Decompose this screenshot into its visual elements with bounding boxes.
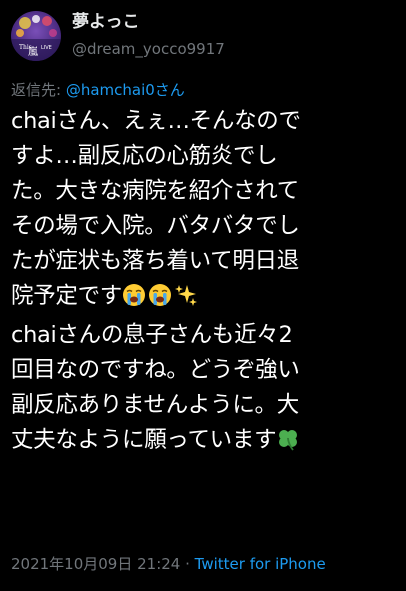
- reply-context: 返信先: @hamchai0さん: [11, 79, 185, 101]
- sparkles-icon: [174, 283, 198, 318]
- author-info: 夢よっこ @dream_yocco9917: [72, 11, 225, 59]
- svg-text:LIVE: LIVE: [41, 45, 52, 51]
- reply-target-link[interactable]: @hamchai0さん: [66, 81, 185, 99]
- tweet-text-fragment: 丈夫なように願っています: [11, 427, 277, 453]
- tweet-text-line: 副反応ありませんように。大: [11, 392, 299, 418]
- four-leaf-clover-icon: [276, 427, 300, 462]
- loudly-crying-face-icon: [122, 283, 146, 318]
- tweet-text-line: chaiさんの息子さんも近々2: [11, 322, 293, 348]
- tweet-text-line: た。大きな病院を紹介されて: [11, 178, 299, 204]
- tweet-text-line-with-emoji: 丈夫なように願っています: [11, 423, 403, 462]
- loudly-crying-face-icon: [148, 283, 172, 318]
- tweet-text-line: たが症状も落ち着いて明日退: [11, 248, 299, 274]
- tweet-metadata: 2021年10月09日 21:24 · Twitter for iPhone: [11, 553, 326, 575]
- tweet-text-line-with-emoji: 院予定です: [11, 279, 403, 318]
- source-link[interactable]: Twitter for iPhone: [195, 555, 326, 573]
- tweet-text: chaiさん、えぇ…そんなので すよ…副反応の心筋炎でし た。大きな病院を紹介さ…: [11, 104, 403, 462]
- tweet-text-line: その場で入院。バタバタでし: [11, 213, 300, 239]
- meta-separator: ·: [180, 555, 195, 573]
- user-handle[interactable]: @dream_yocco9917: [72, 39, 225, 59]
- tweet-text-line: すよ…副反応の心筋炎でし: [11, 143, 278, 169]
- tweet-text-line: chaiさん、えぇ…そんなので: [11, 108, 301, 134]
- avatar-image: This 嵐 LIVE: [11, 11, 61, 61]
- tweet-text-fragment: 院予定です: [11, 283, 123, 309]
- timestamp-link[interactable]: 2021年10月09日 21:24: [11, 555, 180, 573]
- svg-text:嵐: 嵐: [28, 46, 38, 58]
- reply-prefix: 返信先:: [11, 81, 66, 99]
- tweet: This 嵐 LIVE 夢よっこ @dream_yocco9917 返信先: @…: [0, 0, 406, 591]
- tweet-text-line: 回目なのですね。どうぞ強い: [11, 357, 300, 383]
- display-name[interactable]: 夢よっこ: [72, 11, 225, 33]
- avatar[interactable]: This 嵐 LIVE: [11, 11, 61, 61]
